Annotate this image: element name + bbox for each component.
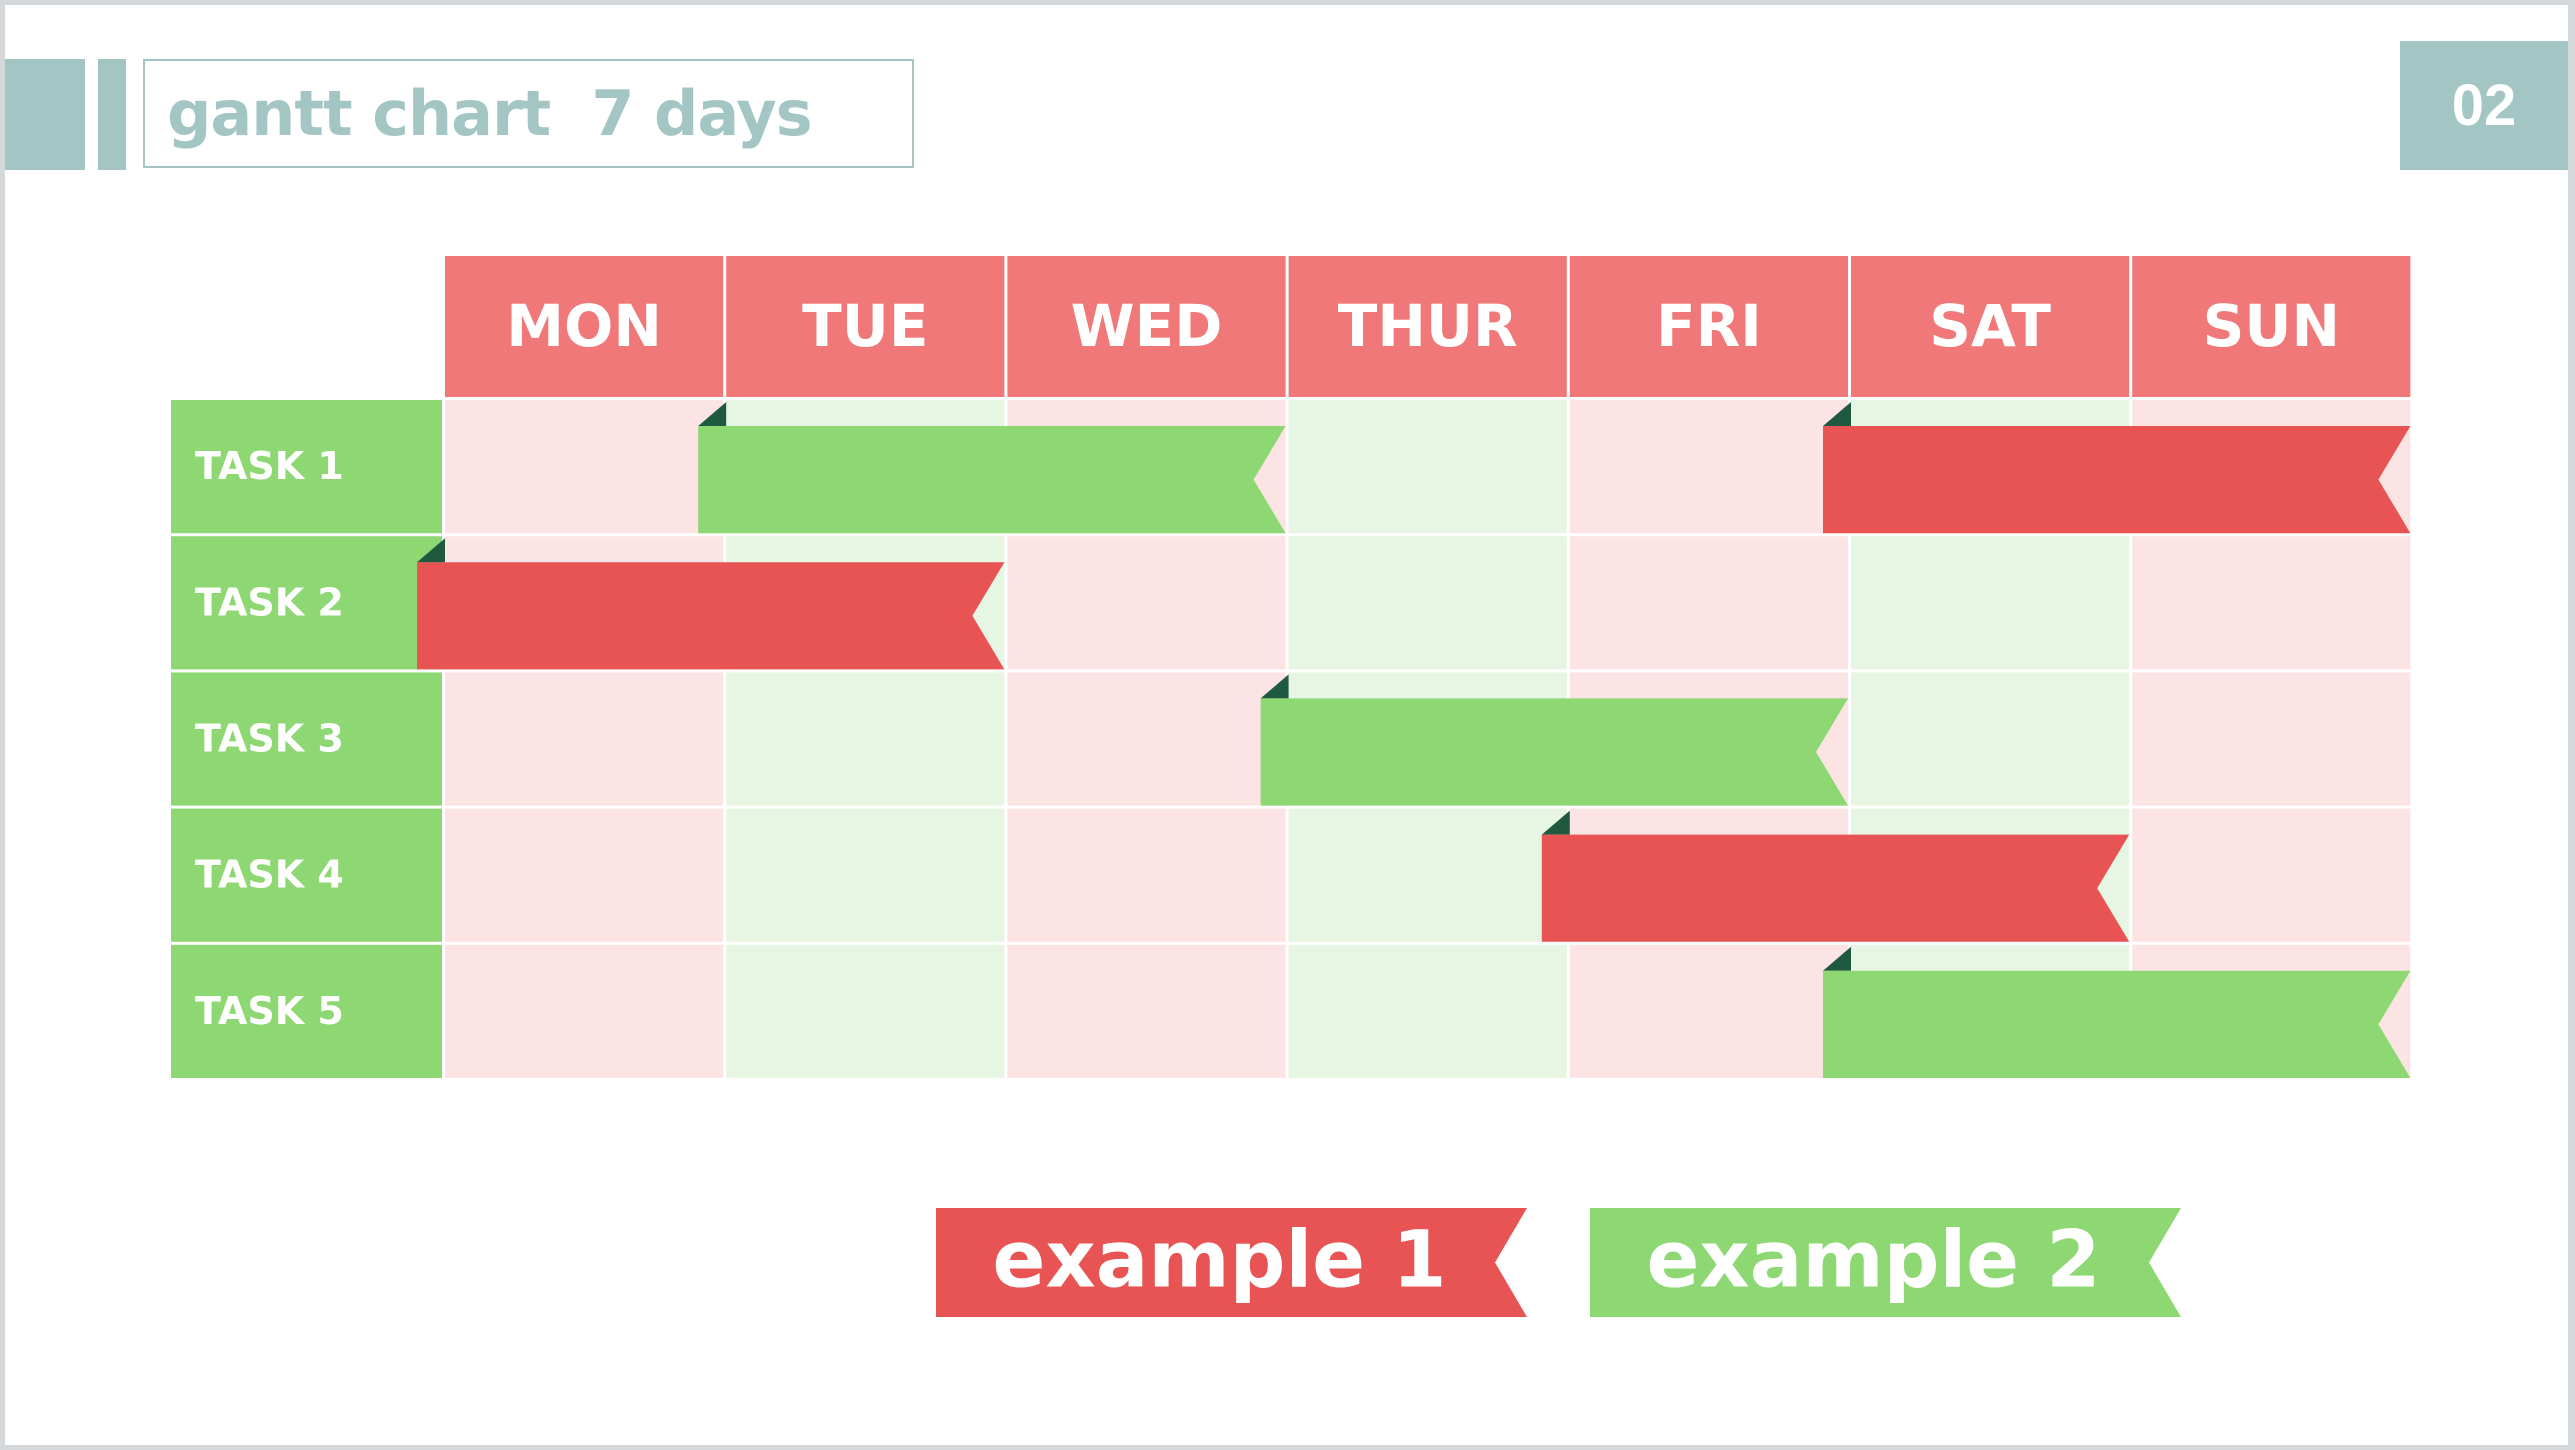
legend: example 1 example 2 (936, 1208, 2181, 1317)
grid-cell (1288, 536, 1567, 670)
task-label: TASK 4 (195, 853, 344, 897)
task-label: TASK 5 (195, 989, 344, 1033)
grid-cell (1007, 536, 1286, 670)
day-header-label: WED (1071, 292, 1223, 360)
task-label: TASK 3 (195, 717, 344, 761)
task-label: TASK 2 (195, 580, 344, 624)
grid-cell (1851, 536, 2130, 670)
grid-cell (726, 672, 1005, 806)
day-header-label: MON (506, 292, 662, 360)
gantt-bar (1823, 970, 2411, 1078)
day-header-label: TUE (802, 292, 928, 360)
day-header-label: SUN (2203, 292, 2340, 360)
grid-cell (445, 672, 724, 806)
grid-cell (1288, 400, 1567, 534)
grid-cell (1569, 400, 1848, 534)
day-header-label: SAT (1929, 292, 2051, 360)
grid-cell (445, 400, 724, 534)
grid-cell (2132, 808, 2411, 942)
day-header-label: FRI (1656, 292, 1762, 360)
gantt-bar (417, 562, 1005, 670)
gantt-bar (698, 426, 1286, 534)
grid-cell (1569, 944, 1848, 1078)
gantt-chart: MON TUE WED THUR FRI SAT SUN TASK 1TASK 2TASK … (171, 256, 2411, 1317)
grid-cell (1288, 808, 1567, 942)
gantt-bar (1260, 698, 1848, 806)
grid-cell (1851, 672, 2130, 806)
task-label: TASK 1 (195, 444, 344, 488)
grid-cell (2132, 672, 2411, 806)
day-headers: MON TUE WED THUR FRI SAT SUN (445, 256, 2411, 397)
grid-cell (1007, 672, 1286, 806)
grid-cell (445, 808, 724, 942)
grid-cell (726, 808, 1005, 942)
grid-cell (1007, 944, 1286, 1078)
grid-cell (445, 944, 724, 1078)
legend-label: example 1 (992, 1216, 1446, 1306)
legend-label: example 2 (1646, 1216, 2100, 1306)
day-header-label: THUR (1338, 292, 1518, 360)
grid-cell (726, 944, 1005, 1078)
grid-cell (1288, 944, 1567, 1078)
gantt-bar (1823, 426, 2411, 534)
grid-cell (2132, 536, 2411, 670)
grid-cell (1569, 536, 1848, 670)
grid-cell (1007, 808, 1286, 942)
task-labels: TASK 1 TASK 2 TASK 3 TASK 4 TASK 5 (171, 400, 442, 1078)
gantt-bar (1541, 834, 2130, 942)
